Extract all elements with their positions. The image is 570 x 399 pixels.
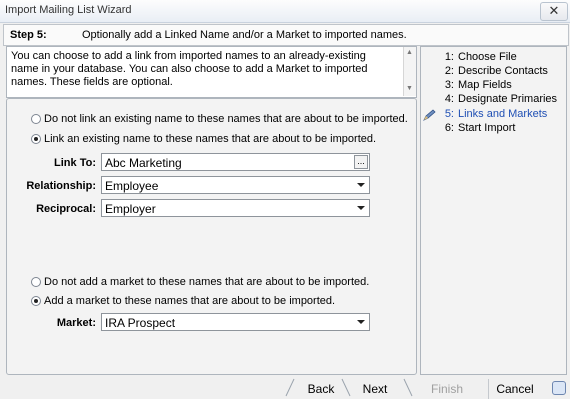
step-item-designate-primaries: 4: Designate Primaries — [421, 93, 566, 107]
link-label[interactable]: Link an existing name to these names tha… — [44, 133, 376, 145]
no-market-label[interactable]: Do not add a market to these names that … — [44, 276, 369, 288]
next-button[interactable]: Next — [351, 379, 399, 399]
description-panel: You can choose to add a link from import… — [6, 46, 417, 98]
chevron-down-icon[interactable] — [354, 315, 368, 329]
step-number: 3: — [444, 79, 454, 91]
market-select[interactable]: IRA Prospect — [101, 313, 370, 331]
relationship-label: Relationship: — [26, 180, 96, 192]
step-number: 4: — [444, 93, 454, 105]
step-item-links-and-markets: 5: Links and Markets — [421, 108, 566, 122]
help-icon[interactable] — [552, 381, 566, 395]
step-number: 5: — [444, 108, 454, 120]
reciprocal-value: Employer — [105, 202, 156, 216]
step-label: Start Import — [458, 122, 516, 134]
reciprocal-select[interactable]: Employer — [101, 199, 370, 217]
browse-button[interactable]: ... — [354, 155, 368, 169]
link-to-label: Link To: — [54, 157, 96, 169]
back-button[interactable]: Back — [296, 379, 346, 399]
step-number-label: Step 5: — [10, 29, 47, 41]
market-field-label: Market: — [56, 317, 96, 329]
close-button[interactable]: ✕ — [540, 2, 568, 21]
reciprocal-label: Reciprocal: — [36, 203, 96, 215]
step-title: Optionally add a Linked Name and/or a Ma… — [82, 29, 407, 41]
step-label: Describe Contacts — [458, 65, 548, 77]
step-number: 6: — [444, 122, 454, 134]
market-radio[interactable] — [31, 296, 41, 306]
link-to-field[interactable]: Abc Marketing ... — [101, 153, 370, 171]
market-label[interactable]: Add a market to these names that are abo… — [44, 295, 335, 307]
link-to-value: Abc Marketing — [105, 156, 182, 170]
link-radio[interactable] — [31, 134, 41, 144]
step-label: Choose File — [458, 51, 517, 63]
market-value: IRA Prospect — [105, 316, 176, 330]
window-title: Import Mailing List Wizard — [5, 4, 132, 16]
step-item-start-import: 6: Start Import — [421, 122, 566, 136]
step-number: 2: — [444, 65, 454, 77]
pencil-icon — [423, 109, 436, 121]
steps-list: 1: Choose File 2: Describe Contacts 3: M… — [420, 46, 567, 375]
no-market-radio[interactable] — [31, 277, 41, 287]
step-header: Step 5: Optionally add a Linked Name and… — [3, 24, 569, 46]
step-label: Designate Primaries — [458, 93, 558, 105]
relationship-value: Employee — [105, 179, 159, 193]
step-label: Links and Markets — [458, 108, 548, 120]
step-label: Map Fields — [458, 79, 512, 91]
relationship-select[interactable]: Employee — [101, 176, 370, 194]
no-link-radio[interactable] — [31, 114, 41, 124]
scroll-up-icon[interactable]: ▲ — [406, 49, 413, 56]
close-icon: ✕ — [548, 3, 560, 18]
title-bar: Import Mailing List Wizard ✕ — [0, 0, 570, 23]
finish-button[interactable]: Finish — [415, 379, 479, 399]
step-item-map-fields: 3: Map Fields — [421, 79, 566, 93]
step-item-choose-file: 1: Choose File — [421, 51, 566, 65]
chevron-down-icon[interactable] — [354, 178, 368, 192]
description-text: You can choose to add a link from import… — [11, 50, 368, 88]
chevron-down-icon[interactable] — [354, 201, 368, 215]
cancel-button[interactable]: Cancel — [488, 379, 541, 399]
description-scrollbar[interactable]: ▲ ▼ — [403, 47, 416, 96]
no-link-label[interactable]: Do not link an existing name to these na… — [44, 113, 408, 125]
step-item-describe-contacts: 2: Describe Contacts — [421, 65, 566, 79]
step-number: 1: — [444, 51, 454, 63]
scroll-down-icon[interactable]: ▼ — [406, 85, 413, 92]
